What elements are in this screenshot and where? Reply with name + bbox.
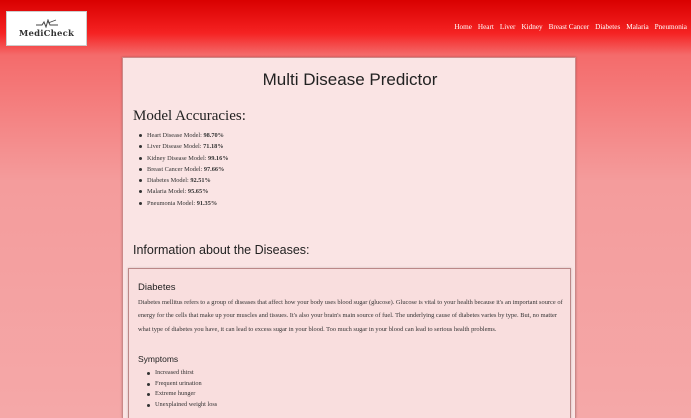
accuracy-item-malaria: Malaria Model: 95.65% (139, 186, 229, 197)
brand-logo[interactable]: MediCheck (6, 11, 87, 46)
nav-link-heart[interactable]: Heart (478, 23, 494, 31)
brand-name: MediCheck (18, 28, 75, 39)
symptom-item: Unexplained weight loss (147, 400, 217, 411)
diseases-info-heading: Information about the Diseases: (133, 243, 310, 257)
nav-link-home[interactable]: Home (454, 23, 472, 31)
accuracy-item-kidney: Kidney Disease Model: 99.16% (139, 153, 229, 164)
accuracy-item-diabetes: Diabetes Model: 92.51% (139, 175, 229, 186)
nav-link-liver[interactable]: Liver (500, 23, 516, 31)
page-title: Multi Disease Predictor (262, 70, 438, 89)
nav-link-pneumonia[interactable]: Pneumonia (655, 23, 687, 31)
main-card: Multi Disease Predictor Model Accuracies… (122, 57, 576, 418)
symptom-item: Extreme hunger (147, 389, 217, 400)
nav-link-malaria[interactable]: Malaria (626, 23, 648, 31)
nav-links: Home Heart Liver Kidney Breast Cancer Di… (454, 23, 687, 31)
accuracy-item-breast-cancer: Breast Cancer Model: 97.66% (139, 164, 229, 175)
logo-mark-icon (35, 18, 58, 28)
nav-link-breast-cancer[interactable]: Breast Cancer (549, 23, 590, 31)
accuracy-list: Heart Disease Model: 98.70% Liver Diseas… (139, 130, 229, 209)
disease-description: Diabetes mellitus refers to a group of d… (138, 299, 563, 333)
disease-name: Diabetes (138, 282, 176, 293)
accuracy-item-heart: Heart Disease Model: 98.70% (139, 130, 229, 141)
accuracy-item-liver: Liver Disease Model: 71.18% (139, 141, 229, 152)
symptoms-heading: Symptoms (138, 354, 179, 364)
symptom-item: Increased thirst (147, 368, 217, 379)
nav-link-diabetes[interactable]: Diabetes (595, 23, 620, 31)
nav-link-kidney[interactable]: Kidney (521, 23, 542, 31)
disease-card-diabetes: Diabetes Diabetes mellitus refers to a g… (128, 268, 571, 418)
accuracies-heading: Model Accuracies: (133, 108, 246, 124)
accuracy-item-pneumonia: Pneumonia Model: 91.35% (139, 198, 229, 209)
symptom-item: Frequent urination (147, 379, 217, 390)
navbar: MediCheck Home Heart Liver Kidney Breast… (0, 0, 691, 55)
symptoms-list: Increased thirst Frequent urination Extr… (147, 368, 217, 410)
